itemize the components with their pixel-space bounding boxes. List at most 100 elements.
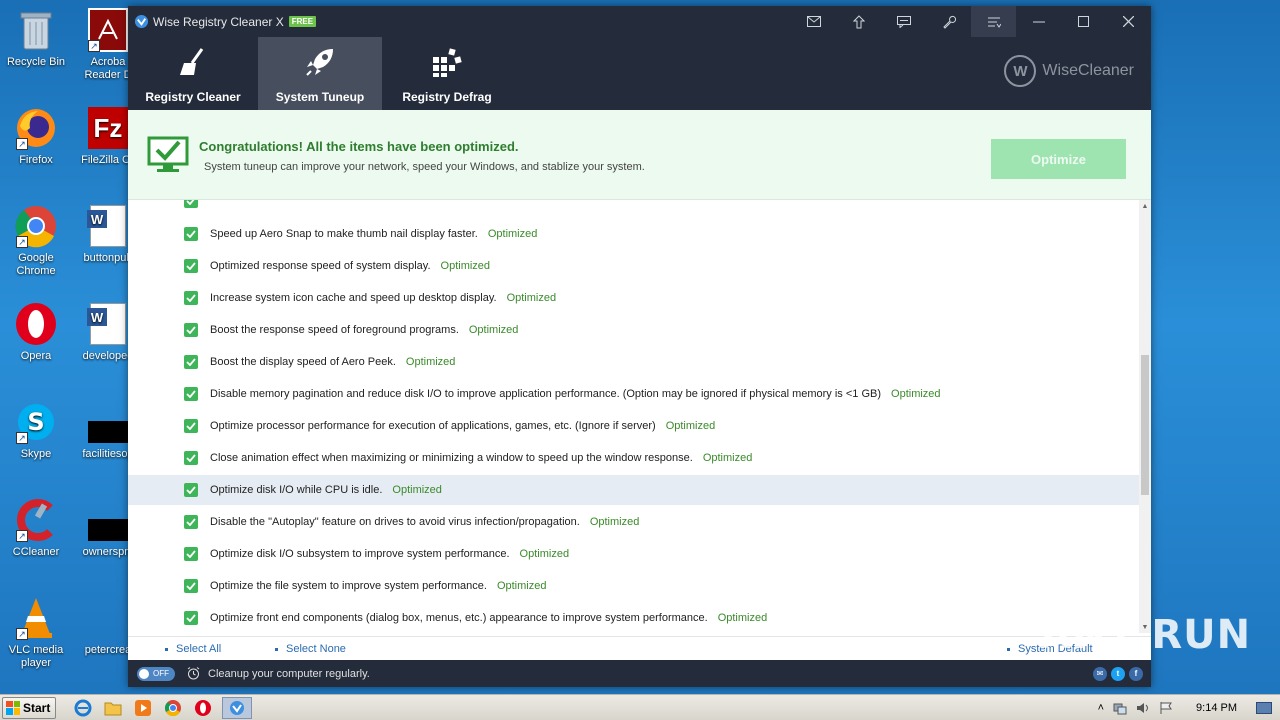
select-all-link[interactable]: Select All [165,643,221,655]
vlc-cone-icon: ↗ [14,596,58,640]
tuneup-list-item[interactable]: Optimize processor performance for execu… [128,411,1139,441]
defrag-blocks-icon [428,43,466,81]
item-status: Optimized [519,548,570,560]
media-player-icon [135,699,151,716]
tuneup-list-item[interactable]: Optimize the file system to improve syst… [128,571,1139,601]
scroll-thumb[interactable] [1141,355,1149,495]
twitter-icon[interactable]: t [1111,666,1125,681]
item-description: Speed up Aero Snap to make thumb nail di… [210,228,478,240]
start-button[interactable]: Start [2,696,56,719]
item-description: Disable the "Autoplay" feature on drives… [210,516,580,528]
checked-checkbox-icon[interactable] [184,387,198,401]
desktop-icon-vlc[interactable]: ↗ VLC media player [0,596,72,670]
tuneup-list-item[interactable]: Disable memory pagination and reduce dis… [128,379,1139,409]
taskbar-chrome[interactable] [162,697,184,719]
bullet-icon [165,647,168,651]
email-share-icon[interactable]: ✉ [1093,666,1107,681]
monitor-check-icon [147,136,189,177]
tuneup-list-item[interactable]: Optimize front end components (dialog bo… [128,603,1139,633]
item-description: Optimize disk I/O while CPU is idle. [210,484,383,496]
taskbar-explorer[interactable] [102,697,124,719]
alarm-clock-icon [187,667,200,680]
item-description: Optimize disk I/O subsystem to improve s… [210,548,510,560]
taskbar-media-player[interactable] [132,697,154,719]
checked-checkbox-icon[interactable] [184,323,198,337]
facebook-icon[interactable]: f [1129,666,1143,681]
checked-checkbox-icon[interactable] [184,515,198,529]
taskbar-clock[interactable]: 9:14 PM [1196,702,1237,714]
desktop-icon-ccleaner[interactable]: ↗ CCleaner [0,498,72,559]
tuneup-list-item[interactable]: Boost the response speed of foreground p… [128,315,1139,345]
shortcut-arrow-icon: ↗ [88,40,100,52]
status-text: Cleanup your computer regularly. [208,667,370,680]
tray-expand-icon[interactable]: ˄ [1098,702,1104,714]
desktop-icon-recycle-bin[interactable]: Recycle Bin [0,8,72,69]
taskbar-opera[interactable] [192,697,214,719]
firefox-icon: ↗ [14,106,58,150]
tab-registry-cleaner[interactable]: Registry Cleaner [128,37,258,110]
shortcut-arrow-icon: ↗ [16,628,28,640]
desktop-icon-firefox[interactable]: ↗ Firefox [0,106,72,167]
select-none-link[interactable]: Select None [275,643,346,655]
tab-registry-defrag[interactable]: Registry Defrag [382,37,512,110]
action-center-flag-icon[interactable] [1159,701,1173,715]
upgrade-button[interactable] [836,6,881,37]
checked-checkbox-icon[interactable] [184,291,198,305]
maximize-button[interactable] [1061,6,1106,37]
desktop-icon-label: Firefox [19,154,53,166]
broom-icon [174,43,212,81]
windows-flag-icon [6,700,20,715]
tuneup-list-item[interactable]: Boost the display speed of Aero Peek. Opt… [128,347,1139,377]
desktop-icon-label: Opera [20,350,52,362]
settings-button[interactable] [926,6,971,37]
auto-cleanup-toggle[interactable]: OFF [137,666,175,681]
tuneup-list-item[interactable]: Optimized response speed of system displ… [128,251,1139,281]
tuneup-list-item[interactable]: Optimize disk I/O while CPU is idle. Opti… [128,475,1139,505]
list-scrollbar[interactable]: ▲ ▼ [1139,200,1151,633]
minimize-button[interactable] [1016,6,1061,37]
desktop-icon-skype[interactable]: S ↗ Skype [0,400,72,461]
mail-button[interactable] [791,6,836,37]
checked-checkbox-icon[interactable] [184,579,198,593]
optimize-button[interactable]: Optimize [991,139,1126,179]
checked-checkbox-icon[interactable] [184,227,198,241]
taskbar-wise-registry-cleaner[interactable] [222,696,252,719]
close-button[interactable] [1106,6,1151,37]
app-window: Wise Registry Cleaner X FREE Registry Cl… [128,6,1151,687]
tab-system-tuneup[interactable]: System Tuneup [258,37,382,110]
show-desktop-icon[interactable] [1256,701,1272,714]
volume-icon[interactable] [1136,701,1150,715]
menu-button[interactable] [971,6,1016,37]
checked-checkbox-icon[interactable] [184,483,198,497]
checked-checkbox-icon[interactable] [184,547,198,561]
select-all-label: Select All [176,643,222,655]
network-icon[interactable] [1113,701,1127,715]
item-description: Optimize the file system to improve syst… [210,580,487,592]
item-status: Optimized [702,452,753,464]
title-bar[interactable]: Wise Registry Cleaner X FREE [128,6,1151,37]
item-status: Optimized [717,612,768,624]
desktop-icon-opera[interactable]: Opera [0,302,72,363]
window-title: Wise Registry Cleaner X [153,14,284,29]
checked-checkbox-icon[interactable] [184,419,198,433]
scroll-up-arrow-icon[interactable]: ▲ [1139,200,1151,212]
tuneup-list-item[interactable]: Speed up Aero Snap to make thumb nail di… [128,219,1139,249]
shortcut-arrow-icon: ↗ [16,530,28,542]
tuneup-list-item[interactable]: Increase system icon cache and speed up … [128,283,1139,313]
checked-checkbox-icon[interactable] [184,611,198,625]
tab-label: Registry Defrag [402,90,492,104]
desktop-icon-chrome[interactable]: ↗ Google Chrome [0,204,72,278]
tuneup-list-item[interactable]: Disable the "Autoplay" feature on drives… [128,507,1139,537]
feedback-button[interactable] [881,6,926,37]
tuneup-list-item[interactable]: Close animation effect when maximizing o… [128,443,1139,473]
checked-checkbox-icon[interactable] [184,355,198,369]
skype-icon: S ↗ [14,400,58,444]
taskbar-ie[interactable] [72,697,94,719]
checked-checkbox-icon[interactable] [184,259,198,273]
upload-arrow-icon [852,14,865,28]
wrench-icon [942,15,956,29]
tuneup-list-item[interactable]: Optimize disk I/O subsystem to improve s… [128,539,1139,569]
checked-checkbox-icon[interactable] [184,200,198,208]
checked-checkbox-icon[interactable] [184,451,198,465]
wisecleaner-brand[interactable]: W WiseCleaner [1004,55,1134,87]
